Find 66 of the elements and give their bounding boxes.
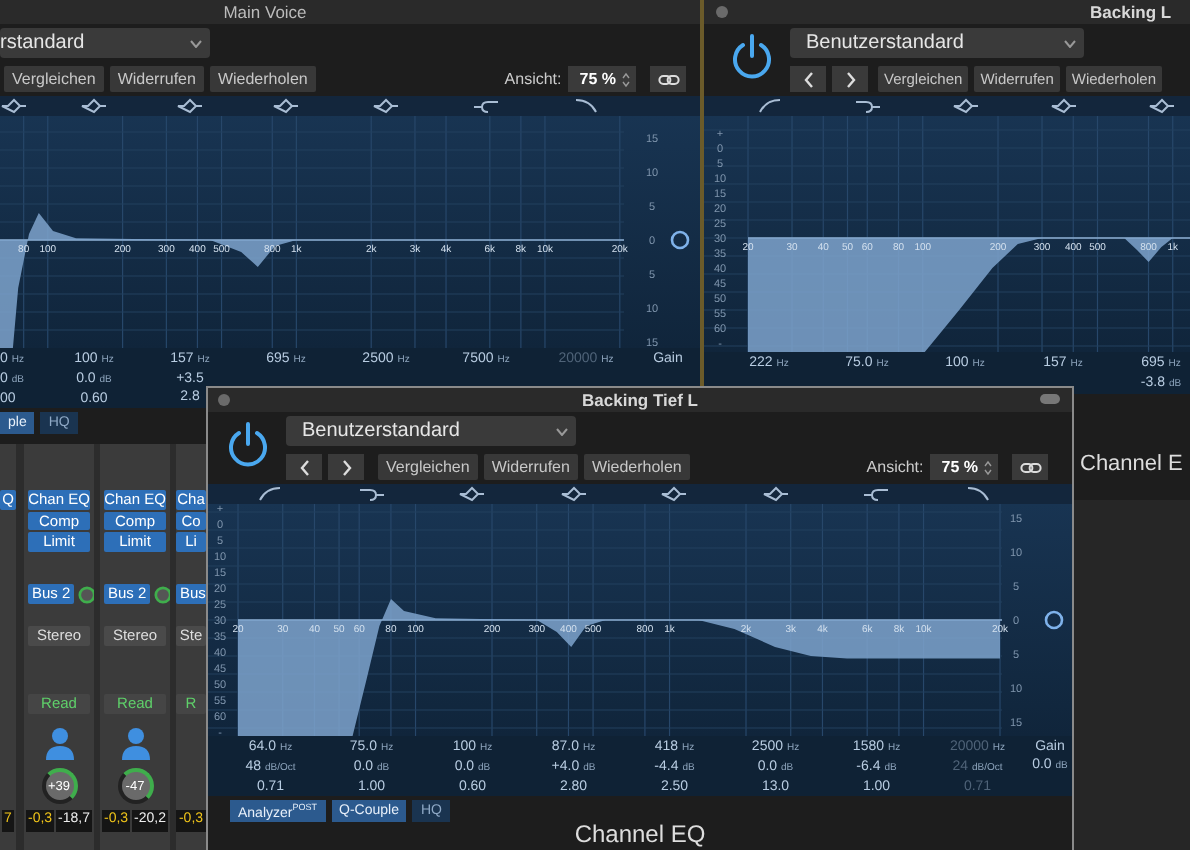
back-button[interactable] bbox=[790, 66, 826, 92]
undo-button[interactable]: Widerrufen bbox=[483, 454, 578, 480]
redo-button[interactable]: Wiederholen bbox=[209, 66, 316, 92]
bell-band-icon[interactable] bbox=[80, 98, 108, 114]
view-label: Ansicht: bbox=[504, 70, 562, 88]
undo-button[interactable]: Widerrufen bbox=[109, 66, 204, 92]
link-icon bbox=[1019, 459, 1041, 475]
bell-band-icon[interactable] bbox=[559, 486, 588, 502]
preset-dropdown[interactable]: rstandard bbox=[0, 28, 210, 58]
chevron-icon bbox=[190, 39, 202, 47]
stepper-icon bbox=[622, 71, 630, 87]
low-pass-icon[interactable] bbox=[963, 486, 992, 502]
high-shelf-icon[interactable] bbox=[472, 98, 500, 114]
bell-band-icon[interactable] bbox=[1049, 98, 1077, 114]
window-title: Main Voice bbox=[223, 2, 307, 22]
compare-button[interactable]: Vergleichen bbox=[4, 66, 104, 92]
window-close-button[interactable] bbox=[716, 6, 728, 18]
window-title: Backing L bbox=[1090, 2, 1172, 22]
zoom-field[interactable]: 75 % bbox=[567, 66, 636, 92]
gain-handle-icon[interactable] bbox=[1044, 610, 1064, 630]
bell-band-icon[interactable] bbox=[458, 486, 487, 502]
high-shelf-icon[interactable] bbox=[862, 486, 891, 502]
bell-band-icon[interactable] bbox=[951, 98, 979, 114]
gain-handle-icon[interactable] bbox=[670, 230, 690, 250]
zoom-field[interactable]: 75 % bbox=[929, 454, 998, 480]
low-pass-icon[interactable] bbox=[572, 98, 600, 114]
forward-button[interactable] bbox=[328, 454, 364, 480]
low-shelf-icon[interactable] bbox=[357, 486, 386, 502]
window-toggle-button[interactable] bbox=[1040, 394, 1060, 404]
bell-band-icon[interactable] bbox=[176, 98, 204, 114]
chevron-right-icon bbox=[341, 459, 351, 475]
stepper-icon bbox=[984, 459, 992, 475]
window-title: Backing Tief L bbox=[582, 390, 698, 410]
bell-band-icon[interactable] bbox=[1147, 98, 1175, 114]
chevron-icon bbox=[556, 427, 568, 435]
forward-button[interactable] bbox=[832, 66, 868, 92]
chevron-left-icon bbox=[803, 71, 813, 87]
send-knob-icon[interactable] bbox=[78, 585, 94, 603]
preset-dropdown[interactable]: Benutzerstandard bbox=[286, 416, 576, 446]
user-icon bbox=[119, 726, 151, 762]
chevron-right-icon bbox=[845, 71, 855, 87]
redo-button[interactable]: Wiederholen bbox=[583, 454, 690, 480]
preset-dropdown[interactable]: Benutzerstandard bbox=[790, 28, 1084, 58]
power-icon[interactable] bbox=[730, 32, 774, 80]
link-button[interactable] bbox=[1012, 454, 1048, 480]
bell-band-icon[interactable] bbox=[372, 98, 400, 114]
back-button[interactable] bbox=[286, 454, 322, 480]
compare-button[interactable]: Vergleichen bbox=[378, 454, 478, 480]
chevron-left-icon bbox=[299, 459, 309, 475]
bell-band-icon[interactable] bbox=[272, 98, 300, 114]
link-button[interactable] bbox=[650, 66, 686, 92]
bell-band-icon[interactable] bbox=[0, 98, 28, 114]
view-label: Ansicht: bbox=[866, 458, 924, 476]
bell-band-icon[interactable] bbox=[660, 486, 689, 502]
window-close-button[interactable] bbox=[218, 394, 230, 406]
plugin-name: Channel E bbox=[1080, 450, 1183, 478]
high-pass-icon[interactable] bbox=[755, 98, 783, 114]
power-icon[interactable] bbox=[226, 420, 270, 468]
plugin-name: Channel EQ bbox=[572, 822, 708, 848]
send-knob-icon[interactable] bbox=[154, 585, 170, 603]
bell-band-icon[interactable] bbox=[761, 486, 790, 502]
link-icon bbox=[657, 71, 679, 87]
user-icon bbox=[43, 726, 75, 762]
low-shelf-icon[interactable] bbox=[853, 98, 881, 114]
high-pass-icon[interactable] bbox=[256, 486, 285, 502]
chevron-icon bbox=[1064, 39, 1076, 47]
